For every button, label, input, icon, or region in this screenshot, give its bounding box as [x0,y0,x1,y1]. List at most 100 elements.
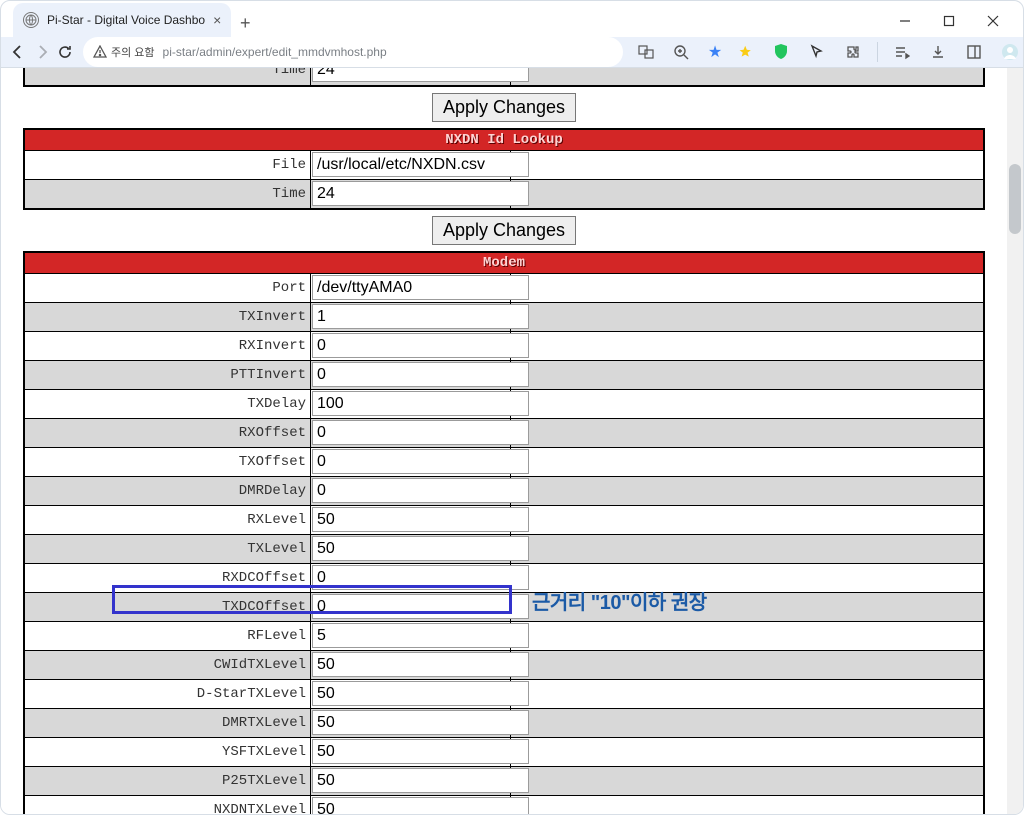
field-label: NXDNTXLevel [25,796,311,815]
scrollbar-thumb[interactable] [1009,164,1021,234]
field-label: RXInvert [25,332,311,360]
section-header: NXDN Id Lookup [25,130,983,150]
window-controls [883,5,1015,37]
txoffset-input[interactable] [312,449,529,474]
maximize-button[interactable] [927,5,971,37]
txlevel-input[interactable] [312,536,529,561]
table-row: TXOffset [25,447,983,476]
field-label: D-StarTXLevel [25,680,311,708]
rxdcoffset-input[interactable] [312,565,529,590]
close-window-button[interactable] [971,5,1015,37]
table-row: PTTInvert [25,360,983,389]
field-label: CWIdTXLevel [25,651,311,679]
rxoffset-input[interactable] [312,420,529,445]
field-label: DMRTXLevel [25,709,311,737]
field-label: File [25,151,311,179]
pttinvert-input[interactable] [312,362,529,387]
txinvert-input[interactable] [312,304,529,329]
page-content: Time Apply Changes NXDN Id Lookup File [1,68,1007,815]
addr-right-icons: ★ [635,40,727,64]
zoom-icon[interactable] [669,40,693,64]
field-label: TXDCOffset [25,593,311,621]
rxlevel-input[interactable] [312,507,529,532]
field-label: YSFTXLevel [25,738,311,766]
port-input[interactable] [312,275,529,300]
field-label: TXOffset [25,448,311,476]
tab-title: Pi-Star - Digital Voice Dashbo [47,13,205,27]
table-row: YSFTXLevel [25,737,983,766]
dmrtxlevel-input[interactable] [312,710,529,735]
field-label: Time [25,180,311,208]
vertical-scrollbar[interactable] [1007,68,1023,815]
table-row: RXDCOffset [25,563,983,592]
table-row: TXDCOffset [25,592,983,621]
table-row: TXDelay [25,389,983,418]
new-tab-button[interactable]: + [231,9,259,37]
forward-button[interactable] [33,38,51,66]
dmrdelay-input[interactable] [312,478,529,503]
cwidtxlevel-input[interactable] [312,652,529,677]
minimize-button[interactable] [883,5,927,37]
txdcoffset-input[interactable] [312,594,529,619]
reload-button[interactable] [57,38,73,66]
pin-icon[interactable] [733,40,757,64]
ysftxlevel-input[interactable] [312,739,529,764]
table-row: Time [25,68,983,85]
table-row: TXLevel [25,534,983,563]
table-row: Port [25,273,983,302]
profile-icon[interactable] [998,40,1022,64]
section-nxdn: NXDN Id Lookup File Time [23,128,985,210]
field-label: TXInvert [25,303,311,331]
extension-icon[interactable] [841,40,865,64]
browser-window: Pi-Star - Digital Voice Dashbo × + 주의 요함… [0,0,1024,815]
table-row: NXDNTXLevel [25,795,983,815]
toolbar-right [733,40,1024,64]
field-label: TXDelay [25,390,311,418]
separator [877,42,878,62]
table-row: RXLevel [25,505,983,534]
table-row: RXOffset [25,418,983,447]
annotation-text: 근거리 "10"이하 권장 [532,586,707,615]
field-label: RXLevel [25,506,311,534]
globe-icon [23,12,39,28]
tab-strip: Pi-Star - Digital Voice Dashbo × + [13,1,259,37]
sidepanel-icon[interactable] [962,40,986,64]
field-label: P25TXLevel [25,767,311,795]
address-bar[interactable]: 주의 요함 pi-star/admin/expert/edit_mmdvmhos… [83,37,623,67]
field-label: TXLevel [25,535,311,563]
table-row: CWIdTXLevel [25,650,983,679]
security-badge: 주의 요함 [93,44,155,60]
apply-changes-button[interactable]: Apply Changes [432,93,576,122]
apply-changes-button[interactable]: Apply Changes [432,216,576,245]
security-text: 주의 요함 [111,44,155,60]
file-input[interactable] [312,152,529,177]
browser-tab[interactable]: Pi-Star - Digital Voice Dashbo × [13,3,231,37]
close-icon[interactable]: × [213,12,221,28]
rflevel-input[interactable] [312,623,529,648]
field-label: RXOffset [25,419,311,447]
txdelay-input[interactable] [312,391,529,416]
back-button[interactable] [9,38,27,66]
table-row: DMRDelay [25,476,983,505]
url-text: pi-star/admin/expert/edit_mmdvmhost.php [163,45,611,59]
section-header: Modem [25,253,983,273]
playlist-icon[interactable] [890,40,914,64]
download-icon[interactable] [926,40,950,64]
toolbar: 주의 요함 pi-star/admin/expert/edit_mmdvmhos… [1,37,1023,68]
titlebar: Pi-Star - Digital Voice Dashbo × + [1,1,1023,37]
table-row: P25TXLevel [25,766,983,795]
section-modem: Modem PortTXInvertRXInvertPTTInvertTXDel… [23,251,985,815]
bookmark-star-icon[interactable]: ★ [703,40,727,64]
field-label: RFLevel [25,622,311,650]
rxinvert-input[interactable] [312,333,529,358]
translate-icon[interactable] [635,40,659,64]
d-startxlevel-input[interactable] [312,681,529,706]
nxdntxlevel-input[interactable] [312,797,529,815]
time-input[interactable] [312,68,529,82]
cursor-icon[interactable] [805,40,829,64]
field-label: DMRDelay [25,477,311,505]
p25txlevel-input[interactable] [312,768,529,793]
shield-icon[interactable] [769,40,793,64]
time-input[interactable] [312,181,529,206]
table-row: Time [25,179,983,208]
